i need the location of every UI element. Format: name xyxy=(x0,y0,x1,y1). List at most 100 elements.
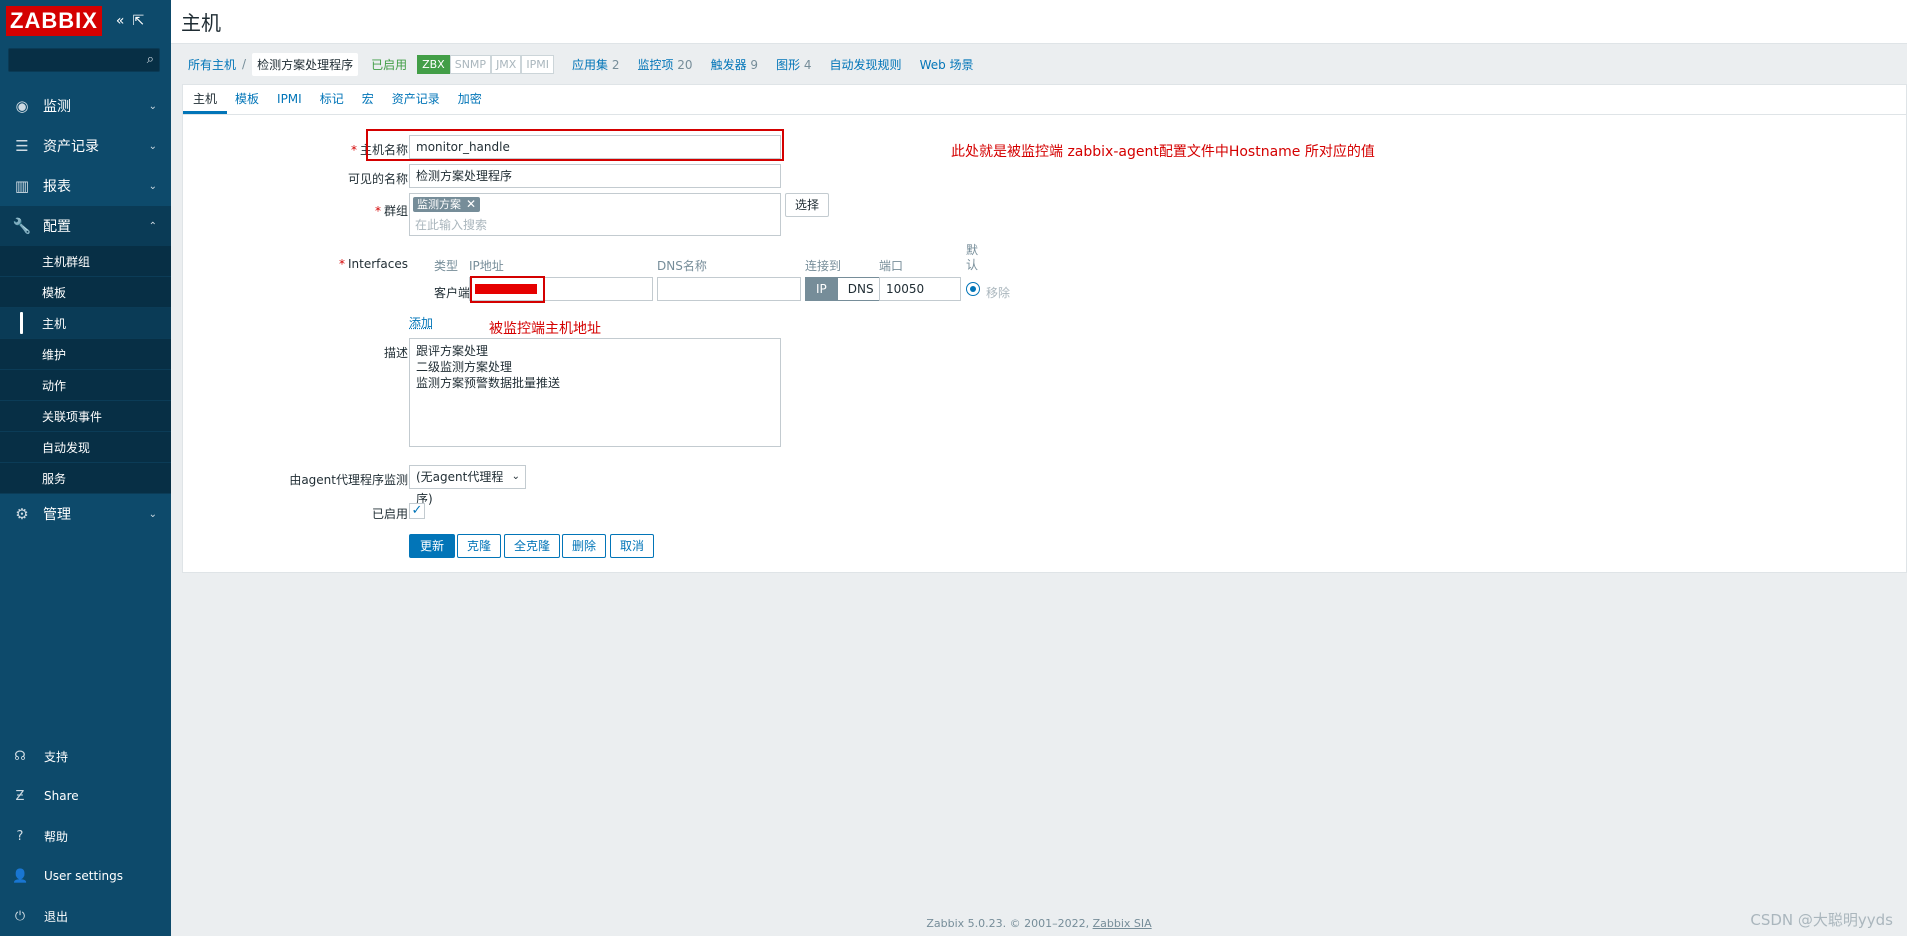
groups-label-text: 群组 xyxy=(383,204,408,218)
required-mark: * xyxy=(350,143,357,157)
groups-multiselect[interactable]: 监测方案 ✕ 在此输入搜索 xyxy=(409,193,781,236)
ipmi-badge: IPMI xyxy=(521,54,554,74)
hostname-highlight-box xyxy=(366,129,784,161)
enabled-checkbox[interactable]: ✓ xyxy=(409,503,425,519)
host-status[interactable]: 已启用 xyxy=(371,56,407,73)
sidebar-item-actions[interactable]: 动作 xyxy=(0,370,171,401)
cancel-button[interactable]: 取消 xyxy=(610,534,655,558)
nav-label: 支持 xyxy=(44,749,69,764)
nav-monitoring[interactable]: ◉ 监测 ⌄ xyxy=(0,86,171,126)
connect-ip-button[interactable]: IP xyxy=(805,277,838,301)
chevron-down-icon: ⌄ xyxy=(148,100,157,112)
nav-share[interactable]: Ƶ Share xyxy=(0,776,171,816)
nav-sign-out[interactable]: ⏻ 退出 xyxy=(0,896,171,936)
visible-name-input[interactable]: 检测方案处理程序 xyxy=(409,164,781,188)
interfaces-label: * Interfaces xyxy=(108,257,408,271)
clone-button[interactable]: 克隆 xyxy=(457,534,502,558)
help-icon: ? xyxy=(16,828,24,844)
nav-label: User settings xyxy=(44,869,124,883)
link-web-scenarios[interactable]: Web 场景 xyxy=(920,56,974,73)
tab-host[interactable]: 主机 xyxy=(183,85,228,114)
tab-ipmi[interactable]: IPMI xyxy=(267,85,312,114)
link-graphs[interactable]: 图形 4 xyxy=(776,56,811,73)
link-items[interactable]: 监控项 20 xyxy=(637,56,692,73)
link-discovery-rules[interactable]: 自动发现规则 xyxy=(830,56,902,73)
nav-label: 配置 xyxy=(43,219,71,235)
host-tabs: 主机 模板 IPMI 标记 宏 资产记录 加密 xyxy=(183,85,1906,115)
col-connect: 连接到 xyxy=(805,259,842,273)
delete-button[interactable]: 删除 xyxy=(562,534,607,558)
host-form-panel: 主机 模板 IPMI 标记 宏 资产记录 加密 * 主机名称 monitor_ha… xyxy=(182,84,1907,573)
remove-interface-link[interactable]: 移除 xyxy=(986,284,1010,301)
required-mark: * xyxy=(374,204,381,218)
sidebar-item-discovery[interactable]: 自动发现 xyxy=(0,432,171,463)
tab-inventory[interactable]: 资产记录 xyxy=(382,85,450,114)
breadcrumb-separator: / xyxy=(242,57,247,71)
nav-label: 退出 xyxy=(44,909,69,924)
link-count: 9 xyxy=(750,57,759,72)
default-interface-radio[interactable] xyxy=(966,282,980,296)
col-type: 类型 xyxy=(434,259,459,273)
bar-chart-icon: ▥ xyxy=(14,177,30,195)
sidebar-item-event-correlation[interactable]: 关联项事件 xyxy=(0,401,171,432)
hostname-label: * 主机名称 xyxy=(108,141,408,158)
groups-label: * 群组 xyxy=(108,202,408,219)
description-label: 描述 xyxy=(383,346,408,360)
proxy-select[interactable]: (无agent代理程序) ⌄ xyxy=(409,465,526,506)
enabled-label: 已启用 xyxy=(371,507,408,521)
nav-label: 资产记录 xyxy=(43,139,99,155)
description-textarea[interactable]: 跟评方案处理 二级监测方案处理 监测方案预警数据批量推送 xyxy=(409,338,781,447)
port-input[interactable]: 10050 xyxy=(879,277,961,301)
nav-help[interactable]: ? 帮助 xyxy=(0,816,171,856)
sidebar-item-hosts[interactable]: 主机 xyxy=(0,308,171,339)
config-subnav: 主机群组 模板 主机 维护 动作 关联项事件 自动发现 服务 xyxy=(0,246,171,494)
nav-support[interactable]: ☊ 支持 xyxy=(0,736,171,776)
sidebar-search-input[interactable]: ⌕ xyxy=(8,48,160,72)
add-interface-link[interactable]: 添加 xyxy=(409,314,433,331)
sidebar-item-templates[interactable]: 模板 xyxy=(0,277,171,308)
list-icon: ☰ xyxy=(15,137,29,155)
collapse-sidebar-icon[interactable]: « xyxy=(116,13,125,29)
footer-link[interactable]: Zabbix SIA xyxy=(1093,917,1152,930)
remove-tag-icon[interactable]: ✕ xyxy=(466,197,476,212)
tab-tags[interactable]: 标记 xyxy=(310,85,354,114)
tab-templates[interactable]: 模板 xyxy=(225,85,269,114)
update-button[interactable]: 更新 xyxy=(409,534,456,558)
full-clone-button[interactable]: 全克隆 xyxy=(504,534,561,558)
wrench-icon: 🔧 xyxy=(12,217,32,235)
col-default: 默认 xyxy=(966,243,979,272)
nav-label: 监测 xyxy=(43,99,71,115)
link-label: 监控项 xyxy=(637,57,674,72)
gear-icon: ⚙ xyxy=(15,505,29,523)
kiosk-mode-icon[interactable]: ⇱ xyxy=(132,13,144,29)
link-applications[interactable]: 应用集 2 xyxy=(572,56,619,73)
search-icon[interactable]: ⌕ xyxy=(147,52,154,67)
col-dns: DNS名称 xyxy=(657,259,707,273)
power-icon: ⏻ xyxy=(14,908,26,924)
nav-user-settings[interactable]: 👤 User settings xyxy=(0,856,171,896)
connect-dns-button[interactable]: DNS xyxy=(837,277,885,301)
eye-icon: ◉ xyxy=(15,97,29,115)
nav-label: Share xyxy=(44,789,79,803)
dns-input[interactable] xyxy=(657,277,801,301)
nav-label: 管理 xyxy=(43,507,71,523)
zabbix-logo[interactable]: ZABBIX xyxy=(6,6,102,36)
required-mark: * xyxy=(339,257,346,271)
chevron-down-icon: ⌄ xyxy=(511,471,520,482)
link-count: 4 xyxy=(803,57,812,72)
link-label: 应用集 xyxy=(571,57,608,72)
tab-encryption[interactable]: 加密 xyxy=(448,85,492,114)
breadcrumb: 所有主机 / 检测方案处理程序 已启用 ZBX SNMP JMX IPMI 应用… xyxy=(171,44,1907,84)
proxy-selected-value: (无agent代理程序) xyxy=(416,470,504,506)
headset-icon: ☊ xyxy=(14,748,26,764)
select-groups-button[interactable]: 选择 xyxy=(785,193,830,217)
tab-macros[interactable]: 宏 xyxy=(352,85,384,114)
groups-search-placeholder[interactable]: 在此输入搜索 xyxy=(415,216,487,233)
link-triggers[interactable]: 触发器 9 xyxy=(711,56,758,73)
breadcrumb-all-hosts[interactable]: 所有主机 xyxy=(188,56,236,73)
proxy-label: 由agent代理程序监测 xyxy=(289,473,408,487)
col-port: 端口 xyxy=(879,259,904,273)
interface-type: 客户端 xyxy=(434,286,471,300)
csdn-watermark: CSDN @大聪明yyds xyxy=(1750,911,1893,929)
link-count: 20 xyxy=(677,57,693,72)
